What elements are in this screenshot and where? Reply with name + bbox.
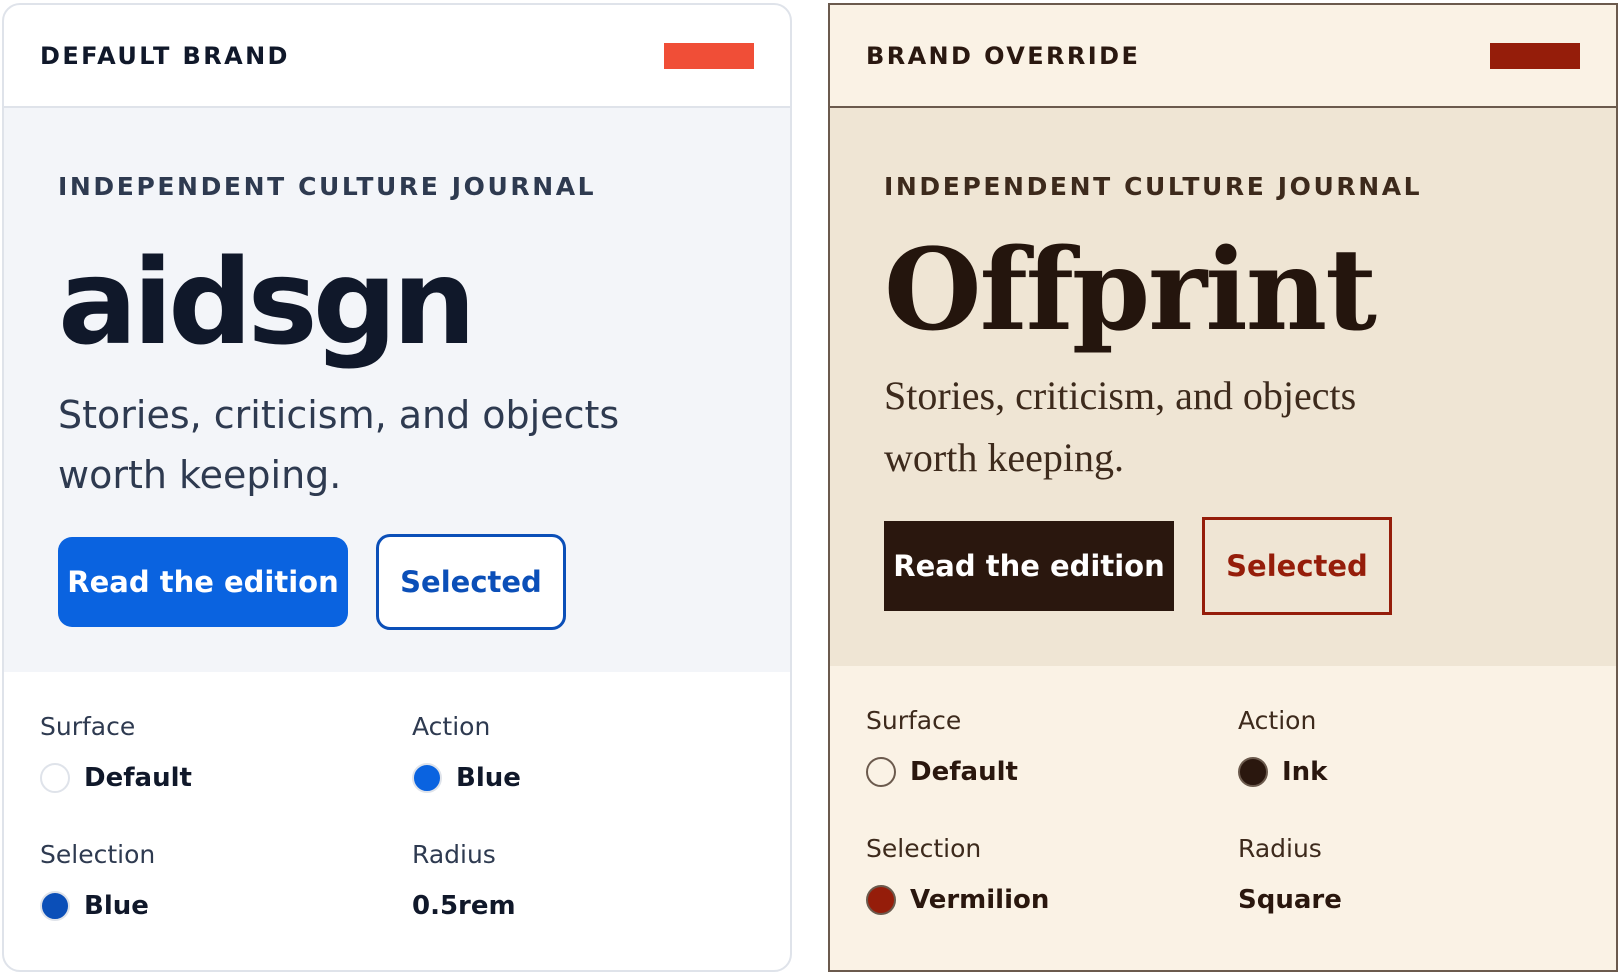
brand-swatch	[1490, 42, 1580, 69]
tagline: Stories, criticism, and objects worth ke…	[58, 393, 620, 497]
token-surface: Surface Default	[40, 712, 412, 840]
token-value: Square	[1238, 885, 1342, 915]
panel-title: BRAND OVERRIDE	[866, 41, 1141, 70]
tagline: Stories, criticism, and objects worth ke…	[884, 373, 1357, 480]
token-action: Action Blue	[412, 712, 784, 840]
token-value: 0.5rem	[412, 891, 516, 921]
token-label: Action	[1238, 706, 1317, 735]
kicker-text: INDEPENDENT CULTURE JOURNAL	[58, 172, 597, 201]
color-dot-icon	[866, 757, 896, 787]
token-label: Selection	[40, 840, 156, 869]
hero-preview: INDEPENDENT CULTURE JOURNAL Offprint Sto…	[830, 108, 1616, 666]
color-dot-icon	[866, 885, 896, 915]
token-label: Selection	[866, 834, 982, 863]
token-grid: Surface Default Action Ink Selection Ver…	[830, 666, 1616, 962]
token-radius: Radius Square	[1238, 834, 1610, 962]
color-dot-icon	[1238, 757, 1268, 787]
brand-override-panel: BRAND OVERRIDE INDEPENDENT CULTURE JOURN…	[828, 3, 1618, 972]
panel-header: BRAND OVERRIDE	[830, 5, 1616, 108]
brand-swatch	[664, 42, 754, 69]
token-value: Vermilion	[910, 885, 1050, 915]
panel-title: DEFAULT BRAND	[40, 41, 290, 70]
token-value: Default	[84, 763, 192, 793]
token-label: Radius	[1238, 834, 1322, 863]
token-action: Action Ink	[1238, 706, 1610, 834]
token-value: Default	[910, 757, 1018, 787]
color-dot-icon	[40, 891, 70, 921]
panel-header: DEFAULT BRAND	[4, 5, 790, 108]
button-row: Read the edition Selected	[58, 534, 736, 630]
token-label: Radius	[412, 840, 496, 869]
selected-button[interactable]: Selected	[376, 534, 566, 630]
token-value: Blue	[84, 891, 149, 921]
token-radius: Radius 0.5rem	[412, 840, 784, 968]
selected-button[interactable]: Selected	[1202, 517, 1392, 615]
hero-preview: INDEPENDENT CULTURE JOURNAL aidsgn Stori…	[4, 108, 790, 672]
read-edition-button[interactable]: Read the edition	[58, 537, 348, 627]
token-value: Blue	[456, 763, 521, 793]
token-label: Surface	[866, 706, 962, 735]
read-edition-button[interactable]: Read the edition	[884, 521, 1174, 611]
kicker-text: INDEPENDENT CULTURE JOURNAL	[884, 172, 1423, 201]
color-dot-icon	[412, 763, 442, 793]
wordmark: Offprint	[884, 225, 1377, 356]
token-label: Action	[412, 712, 491, 741]
default-brand-panel: DEFAULT BRAND INDEPENDENT CULTURE JOURNA…	[2, 3, 792, 972]
token-selection: Selection Vermilion	[866, 834, 1238, 962]
token-surface: Surface Default	[866, 706, 1238, 834]
wordmark: aidsgn	[58, 233, 476, 371]
token-grid: Surface Default Action Blue Selection Bl…	[4, 672, 790, 968]
token-label: Surface	[40, 712, 136, 741]
token-selection: Selection Blue	[40, 840, 412, 968]
color-dot-icon	[40, 763, 70, 793]
token-value: Ink	[1282, 757, 1328, 787]
button-row: Read the edition Selected	[884, 517, 1562, 615]
